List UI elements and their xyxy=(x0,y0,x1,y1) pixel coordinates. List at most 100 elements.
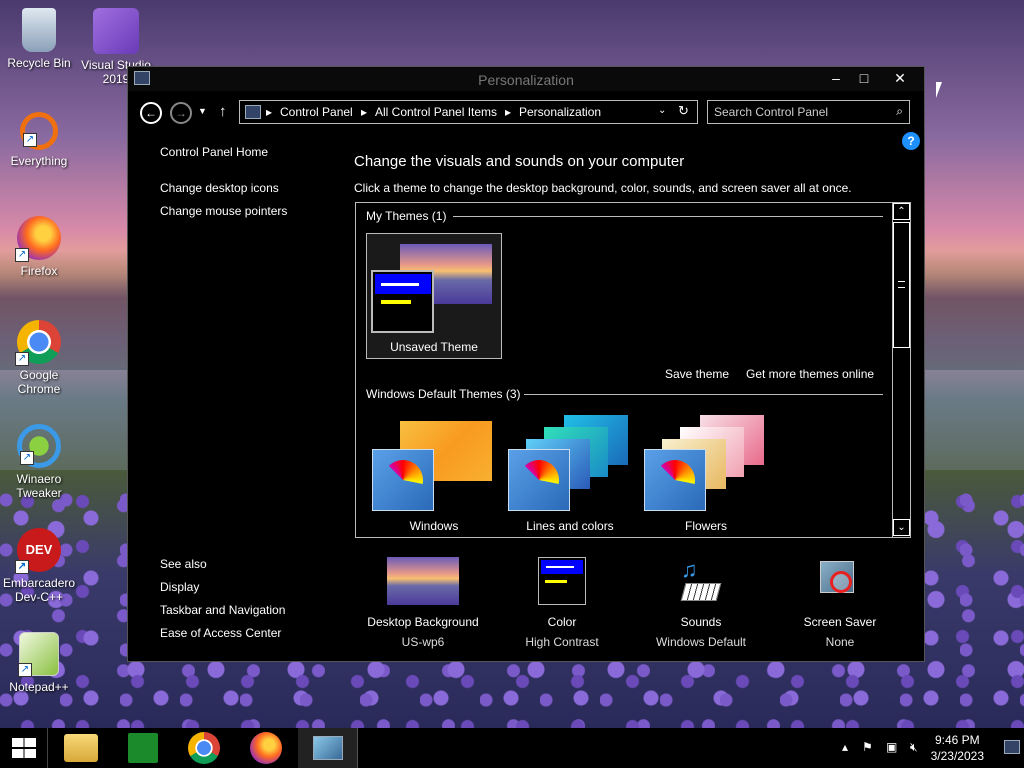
setting-label: Screen Saver xyxy=(803,615,877,629)
theme-windows[interactable]: Windows xyxy=(368,415,500,535)
desktop-icon-label: Everything xyxy=(10,154,68,168)
store-icon[interactable] xyxy=(128,733,158,763)
theme-label: Flowers xyxy=(684,519,727,533)
sounds-icon: ♫ xyxy=(677,557,725,605)
change-mouse-pointers-link[interactable]: Change mouse pointers xyxy=(160,204,287,218)
sounds-setting[interactable]: ♫ Sounds Windows Default xyxy=(641,557,761,649)
up-button[interactable]: ↑ xyxy=(219,103,227,120)
help-icon[interactable]: ? xyxy=(902,132,920,150)
setting-value: None xyxy=(825,635,855,649)
color-wheel-icon xyxy=(519,460,559,484)
breadcrumb-personalization[interactable]: Personalization xyxy=(519,105,601,119)
setting-value: US-wp6 xyxy=(401,635,445,649)
shortcut-arrow-icon: ↗ xyxy=(15,248,29,262)
desktop-icon-label: Firefox xyxy=(20,264,58,278)
address-dropdown-chevron-icon[interactable]: ⌄ xyxy=(658,105,666,116)
search-icon[interactable]: ⌕ xyxy=(896,104,903,119)
address-bar[interactable]: ▸ Control Panel ▸ All Control Panel Item… xyxy=(239,100,698,124)
action-center-flag-icon[interactable]: ⚑ xyxy=(862,740,873,754)
setting-label: Desktop Background xyxy=(367,615,479,629)
desktop-icon-winaero[interactable]: ↗ Winaero Tweaker xyxy=(1,424,77,500)
scroll-up-button[interactable]: ⌃ xyxy=(893,203,910,220)
desktop-icon-label: Recycle Bin xyxy=(7,56,71,70)
divider xyxy=(453,216,883,217)
chrome-icon: ↗ xyxy=(15,320,61,366)
shortcut-arrow-icon: ↗ xyxy=(15,560,29,574)
themes-scrollbar[interactable]: ⌃ ⌄ xyxy=(892,203,910,537)
start-button[interactable] xyxy=(0,728,48,768)
refresh-icon[interactable]: ↻ xyxy=(678,103,689,119)
theme-unsaved[interactable]: Unsaved Theme xyxy=(366,233,502,359)
divider xyxy=(524,394,883,395)
desktop-background-icon xyxy=(387,557,459,605)
back-button[interactable]: ← xyxy=(140,102,162,124)
search-input[interactable] xyxy=(714,104,884,120)
recycle-bin-icon xyxy=(22,8,56,52)
volume-muted-icon[interactable]: 🔇︎ xyxy=(910,740,918,755)
clock-date: 3/23/2023 xyxy=(930,749,984,763)
control-panel-icon xyxy=(313,736,343,760)
control-panel-icon xyxy=(245,105,261,119)
display-link[interactable]: Display xyxy=(160,580,199,594)
theme-lines-and-colors[interactable]: Lines and colors xyxy=(504,415,636,535)
change-desktop-icons-link[interactable]: Change desktop icons xyxy=(160,181,279,195)
setting-value: High Contrast xyxy=(525,635,599,649)
theme-flowers[interactable]: Flowers xyxy=(640,415,772,535)
breadcrumb-separator-icon: ▸ xyxy=(505,105,512,119)
notepadpp-icon: ↗ xyxy=(18,632,59,677)
recent-pages-chevron-icon[interactable]: ▼ xyxy=(198,106,207,116)
search-box[interactable]: ⌕ xyxy=(707,100,910,124)
theme-label: Windows xyxy=(409,519,459,533)
windows-logo-icon xyxy=(12,738,36,758)
control-panel-taskbar-button[interactable] xyxy=(298,728,358,768)
setting-value: Windows Default xyxy=(655,635,747,649)
desktop-icon-notepadpp[interactable]: ↗ Notepad++ xyxy=(1,632,77,694)
maximize-button[interactable]: □ xyxy=(850,69,878,87)
theme-label: Lines and colors xyxy=(526,519,614,533)
shortcut-arrow-icon: ↗ xyxy=(23,133,37,147)
chrome-taskbar-icon[interactable] xyxy=(188,732,220,764)
save-theme-link[interactable]: Save theme xyxy=(665,367,729,381)
minimize-button[interactable]: – xyxy=(822,69,850,87)
scrollbar-thumb[interactable] xyxy=(893,222,910,348)
page-subheading: Click a theme to change the desktop back… xyxy=(354,181,852,195)
close-button[interactable]: ✕ xyxy=(886,69,914,87)
taskbar-navigation-link[interactable]: Taskbar and Navigation xyxy=(160,603,285,617)
file-explorer-icon[interactable] xyxy=(64,734,98,762)
scroll-down-button[interactable]: ⌄ xyxy=(893,519,910,536)
desktop-icon-chrome[interactable]: ↗ Google Chrome xyxy=(1,320,77,396)
breadcrumb-all-items[interactable]: All Control Panel Items xyxy=(375,105,497,119)
desktop-icon-label: Notepad++ xyxy=(9,680,69,694)
network-icon[interactable]: ▣ xyxy=(886,740,897,754)
get-more-themes-link[interactable]: Get more themes online xyxy=(746,367,874,381)
firefox-icon: ↗ xyxy=(15,216,61,262)
page-heading: Change the visuals and sounds on your co… xyxy=(354,153,685,170)
theme-label: Unsaved Theme xyxy=(390,340,478,354)
color-setting[interactable]: Color High Contrast xyxy=(502,557,622,649)
desktop-icon-label: Embarcadero Dev-C++ xyxy=(3,576,76,604)
firefox-taskbar-icon[interactable] xyxy=(250,732,282,764)
shortcut-arrow-icon: ↗ xyxy=(15,352,29,366)
desktop-background-setting[interactable]: Desktop Background US-wp6 xyxy=(363,557,483,649)
desktop-icon-firefox[interactable]: ↗ Firefox xyxy=(1,216,77,278)
desktop-icon-devcpp[interactable]: DEV ↗ Embarcadero Dev-C++ xyxy=(1,528,77,604)
desktop-icon-everything[interactable]: ↗ Everything xyxy=(1,112,77,168)
default-themes-title: Windows Default Themes (3) xyxy=(366,387,521,401)
ease-of-access-link[interactable]: Ease of Access Center xyxy=(160,626,281,640)
show-hidden-icons-chevron-icon[interactable]: ▴ xyxy=(842,740,848,754)
shortcut-arrow-icon: ↗ xyxy=(20,451,34,465)
show-desktop-button[interactable] xyxy=(1004,740,1020,754)
themes-panel: My Themes (1) Unsaved Theme Save theme G… xyxy=(355,202,911,538)
setting-label: Color xyxy=(547,615,577,629)
winaero-tweaker-icon: ↗ xyxy=(17,424,61,468)
window-titlebar[interactable]: Personalization – □ ✕ xyxy=(128,67,924,91)
screen-saver-setting[interactable]: Screen Saver None xyxy=(780,557,900,649)
desktop-icon-recycle-bin[interactable]: Recycle Bin xyxy=(1,8,77,70)
breadcrumb-separator-icon: ▸ xyxy=(266,105,273,119)
breadcrumb-control-panel[interactable]: Control Panel xyxy=(280,105,353,119)
forward-button[interactable]: → xyxy=(170,102,192,124)
clock[interactable]: 9:46 PM 3/23/2023 xyxy=(931,732,984,764)
desktop-icon-label: Google Chrome xyxy=(17,368,61,396)
setting-label: Sounds xyxy=(680,615,722,629)
control-panel-home-link[interactable]: Control Panel Home xyxy=(160,145,268,159)
